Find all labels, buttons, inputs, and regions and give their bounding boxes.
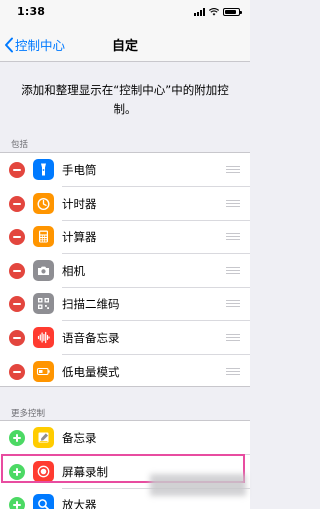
- drag-handle[interactable]: [226, 334, 240, 342]
- list-item-label: 手电筒: [62, 163, 97, 177]
- list-item-label: 屏幕录制: [62, 464, 108, 479]
- list-item-label: 计时器: [62, 196, 97, 211]
- list-item-label: 计算器: [62, 230, 97, 245]
- notes-icon: [33, 427, 54, 448]
- description-text: 添加和整理显示在“控制中心”中的附加控制。: [21, 83, 229, 116]
- list-item-label: 语音备忘录: [62, 331, 120, 345]
- list-item-camera: 相机: [0, 254, 250, 288]
- list-item-label: 备忘录: [62, 431, 97, 445]
- magnifier-icon: [33, 494, 54, 509]
- section-header-included: 包括: [11, 140, 29, 150]
- remove-button[interactable]: [9, 296, 25, 313]
- list-item-label: 相机: [62, 263, 85, 278]
- list-item-magnifier: 放大器: [0, 488, 250, 509]
- list-item-flashlight: 手电筒: [0, 153, 250, 187]
- list-item-low-power-mode: 低电量模式: [0, 355, 250, 389]
- drag-handle[interactable]: [226, 300, 240, 308]
- voice-memos-icon: [33, 327, 54, 348]
- timer-icon: [33, 192, 54, 214]
- remove-button[interactable]: [9, 162, 25, 178]
- add-button[interactable]: [9, 463, 25, 480]
- remove-button[interactable]: [9, 262, 25, 279]
- add-button[interactable]: [9, 430, 25, 446]
- remove-button[interactable]: [9, 363, 25, 380]
- status-icons: [194, 8, 242, 16]
- drag-handle[interactable]: [226, 266, 240, 275]
- battery-icon: [33, 360, 54, 382]
- remove-button[interactable]: [9, 330, 25, 346]
- drag-handle[interactable]: [226, 199, 240, 208]
- list-item-calculator: 计算器: [0, 220, 250, 254]
- remove-button[interactable]: [9, 229, 25, 246]
- drag-handle[interactable]: [226, 166, 240, 174]
- section-header-more-controls: 更多控制: [11, 409, 46, 419]
- included-controls-list: 手电筒 计时器 计算器 相机 扫描二维码 语音备忘录 低电量模式: [0, 152, 250, 387]
- navigation-bar: 控制中心 自定: [0, 26, 250, 62]
- status-battery-icon: [223, 8, 242, 16]
- screen-recording-icon: [33, 460, 54, 482]
- list-item-label: 扫描二维码: [62, 297, 120, 312]
- list-item-scan-qr: 扫描二维码: [0, 287, 250, 321]
- add-button[interactable]: [9, 497, 25, 509]
- drag-handle[interactable]: [226, 233, 240, 241]
- list-item-voice-memos: 语音备忘录: [0, 321, 250, 355]
- list-item-label: 放大器: [62, 498, 97, 509]
- page-title: 自定: [111, 39, 138, 54]
- list-item-timer: 计时器: [0, 187, 250, 221]
- more-controls-list: 备忘录 屏幕录制 放大器: [0, 420, 250, 509]
- list-item-screen-recording: 屏幕录制: [0, 455, 250, 489]
- camera-icon: [33, 259, 54, 281]
- calculator-icon: [33, 226, 54, 248]
- status-time: 1:38: [17, 5, 46, 18]
- cellular-signal-icon: [194, 8, 205, 16]
- list-item-label: 低电量模式: [62, 364, 120, 379]
- flashlight-icon: [33, 159, 54, 180]
- wifi-icon: [209, 8, 219, 16]
- drag-handle[interactable]: [226, 367, 240, 376]
- status-bar: 1:38: [0, 0, 250, 26]
- remove-button[interactable]: [9, 195, 25, 212]
- list-item-notes: 备忘录: [0, 421, 250, 455]
- qr-code-icon: [33, 293, 54, 315]
